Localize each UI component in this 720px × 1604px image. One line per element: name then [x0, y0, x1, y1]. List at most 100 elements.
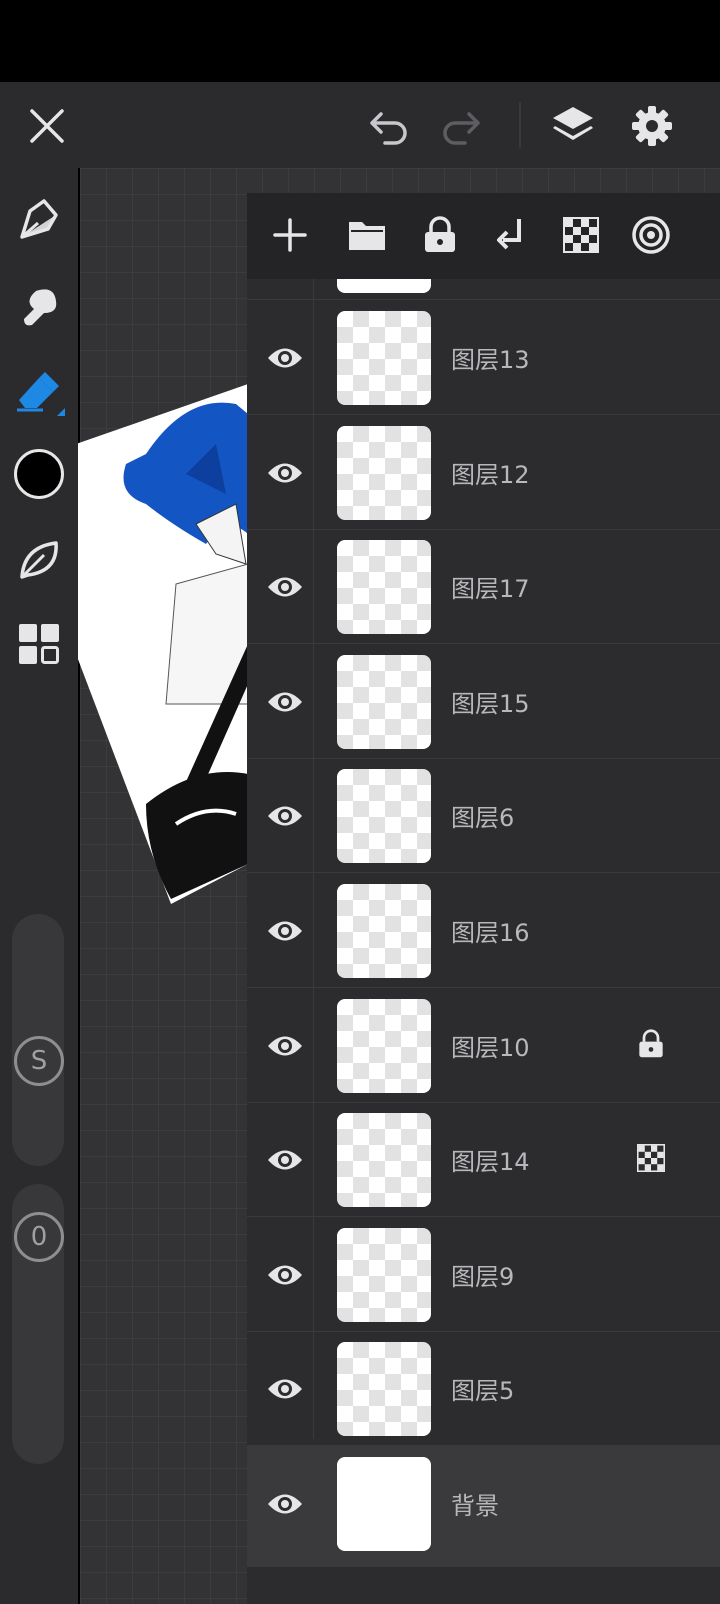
layer-thumbnail — [337, 1113, 431, 1207]
layer-name: 图层16 — [451, 919, 530, 947]
visibility-toggle[interactable] — [257, 674, 313, 730]
visibility-toggle[interactable] — [257, 1247, 313, 1303]
brush-library[interactable] — [11, 532, 67, 588]
layer-thumbnail — [337, 884, 431, 978]
pen-icon — [20, 199, 58, 239]
undo-icon — [370, 112, 407, 145]
size-slider-knob[interactable]: S — [14, 1036, 64, 1086]
color-swatch[interactable] — [11, 446, 67, 502]
new-folder-button[interactable] — [341, 209, 393, 261]
layer-thumbnail — [337, 311, 431, 405]
add-layer-button[interactable] — [264, 209, 316, 261]
folder-icon — [349, 222, 385, 250]
lock-layer-button[interactable] — [414, 209, 466, 261]
merge-down-icon — [497, 219, 521, 250]
layer-thumbnail — [337, 1342, 431, 1436]
settings-button[interactable] — [624, 98, 680, 154]
layers-button[interactable] — [545, 98, 601, 154]
layer-row[interactable]: 图层15 — [247, 644, 720, 759]
visibility-toggle[interactable] — [257, 1132, 313, 1188]
pen-tool[interactable] — [11, 192, 67, 248]
toolbar-divider — [519, 102, 521, 148]
visibility-toggle[interactable] — [257, 445, 313, 501]
layer-row-partial[interactable] — [247, 279, 720, 300]
opacity-slider-label: 0 — [30, 1222, 48, 1252]
layer-row[interactable]: 图层17 — [247, 529, 720, 644]
close-icon — [30, 109, 64, 143]
visibility-toggle[interactable] — [257, 1476, 313, 1532]
layer-row[interactable]: 图层14 — [247, 1102, 720, 1217]
layer-name: 图层12 — [451, 461, 530, 489]
visibility-toggle[interactable] — [257, 1018, 313, 1074]
layer-name: 图层14 — [451, 1148, 530, 1176]
layer-row[interactable]: 图层5 — [247, 1331, 720, 1446]
visibility-toggle[interactable] — [257, 330, 313, 386]
layer-thumbnail — [337, 540, 431, 634]
layer-row[interactable]: 图层16 — [247, 873, 720, 988]
layer-row[interactable]: 图层9 — [247, 1217, 720, 1332]
color-circle-icon — [14, 449, 64, 499]
alpha-lock-button[interactable] — [555, 209, 607, 261]
eye-icon — [268, 463, 302, 483]
visibility-toggle[interactable] — [257, 788, 313, 844]
eye-icon — [268, 806, 302, 826]
grid-icon — [19, 624, 59, 664]
eye-icon — [268, 921, 302, 941]
layer-thumbnail — [337, 279, 431, 293]
eye-icon — [268, 1265, 302, 1285]
merge-down-button[interactable] — [485, 209, 537, 261]
layer-row[interactable]: 背景 — [247, 1446, 720, 1567]
visibility-toggle[interactable] — [257, 559, 313, 615]
redo-icon — [443, 112, 480, 145]
checkerboard-icon — [637, 1144, 665, 1172]
reference-button[interactable] — [625, 209, 677, 261]
layer-badge — [635, 1142, 667, 1174]
layer-thumbnail — [337, 426, 431, 520]
status-bar — [0, 0, 720, 82]
left-toolbar: S 0 — [0, 168, 78, 1604]
layer-name: 背景 — [451, 1492, 499, 1520]
lock-icon — [425, 216, 455, 252]
layer-thumbnail — [337, 1228, 431, 1322]
redo-button[interactable] — [433, 98, 489, 154]
size-slider-label: S — [30, 1046, 48, 1076]
visibility-toggle[interactable] — [257, 1361, 313, 1417]
layer-row[interactable]: 图层6 — [247, 758, 720, 873]
artwork-preview — [76, 384, 249, 904]
brush-size-slider[interactable]: S — [12, 914, 64, 1166]
opacity-slider[interactable]: 0 — [12, 1184, 64, 1464]
layer-name: 图层9 — [451, 1263, 515, 1291]
close-button[interactable] — [19, 98, 75, 154]
smudge-tool[interactable] — [11, 278, 67, 334]
opacity-slider-knob[interactable]: 0 — [14, 1212, 64, 1262]
layer-badge — [635, 1028, 667, 1060]
layer-name: 图层17 — [451, 575, 530, 603]
add-layer-icon — [273, 218, 307, 252]
layer-name: 图层10 — [451, 1034, 530, 1062]
eye-icon — [268, 577, 302, 597]
layer-name: 图层15 — [451, 690, 530, 718]
layer-thumbnail — [337, 769, 431, 863]
eye-icon — [268, 1036, 302, 1056]
layers-icon — [553, 107, 593, 140]
gear-icon — [632, 106, 672, 146]
eraser-tool[interactable] — [11, 364, 67, 420]
layer-row[interactable]: 图层13 — [247, 300, 720, 415]
layer-row[interactable]: 图层12 — [247, 415, 720, 530]
layers-toolbar — [247, 193, 720, 279]
layer-name: 图层13 — [451, 346, 530, 374]
target-icon — [632, 216, 670, 254]
eraser-icon — [17, 372, 65, 416]
smudge-icon — [24, 289, 57, 326]
layer-row[interactable]: 图层10 — [247, 988, 720, 1103]
eye-icon — [268, 348, 302, 368]
layer-name: 图层6 — [451, 804, 515, 832]
visibility-toggle[interactable] — [257, 903, 313, 959]
layer-name: 图层5 — [451, 1377, 515, 1405]
top-toolbar — [0, 82, 720, 168]
layer-thumbnail — [337, 655, 431, 749]
eye-icon — [268, 1379, 302, 1399]
undo-button[interactable] — [361, 98, 417, 154]
more-tools[interactable] — [11, 616, 67, 672]
eye-icon — [268, 692, 302, 712]
